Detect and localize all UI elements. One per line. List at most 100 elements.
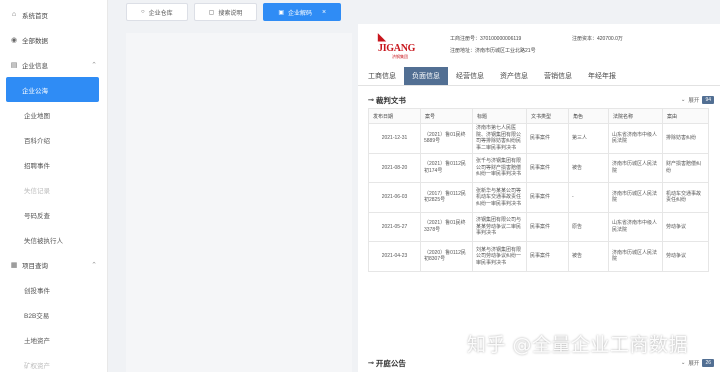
cell-date: 2021-12-31 [368, 123, 421, 154]
table-row[interactable]: 2021-05-27 （2021）鲁01民终3378号 济钢集团有限公司与某某劳… [368, 211, 709, 242]
cell-doc-type: 民事案件 [526, 123, 569, 154]
document-icon: ▣ [278, 9, 284, 16]
list-panel [126, 33, 352, 372]
table-row[interactable]: 2021-06-03 （2017）鲁0112民初2825号 张新华与某某公司等机… [368, 182, 709, 213]
sidebar-item-vc-events[interactable]: 创投事件 [0, 277, 107, 302]
close-icon[interactable]: × [322, 9, 326, 16]
company-decode-tab[interactable]: ▣ 企业解码 × [263, 3, 342, 21]
nav-group-company[interactable]: ▤ 企业信息 ⌃ [0, 52, 107, 77]
logo-word: JIGANG [378, 43, 416, 54]
chevron-down-icon: ⌄ [680, 360, 686, 366]
button-label: 搜索说明 [218, 10, 243, 17]
home-icon: ⌂ [11, 11, 17, 18]
cell-case-no: （2021）鲁01民终3378号 [420, 211, 473, 242]
column-header: 案由 [662, 108, 709, 124]
cell-role: 被告 [568, 152, 609, 183]
watermark-text: 知乎 @全量企业工商数据 [467, 334, 689, 356]
cell-date: 2021-05-27 [368, 211, 421, 242]
count-badge: 94 [702, 96, 714, 104]
cell-cause: 排除妨害纠纷 [662, 123, 709, 154]
expand-toggle[interactable]: ⌄ 展开 94 [681, 96, 714, 104]
sidebar-item-dishonest-record[interactable]: 失信记录 [0, 177, 107, 202]
cell-role: 原告 [568, 211, 609, 242]
sidebar-item-b2b[interactable]: B2B交易 [0, 302, 107, 327]
cell-case-no: （2017）鲁0112民初2825号 [420, 182, 473, 213]
nav-label: 项目查询 [22, 262, 48, 270]
registration-number: 工商注册号：370100000006119 [450, 36, 522, 42]
sidebar-item-mining[interactable]: 矿权资产 [0, 352, 107, 372]
cell-court: 山东省济南市中级人民法院 [608, 211, 663, 242]
tab-operation-info[interactable]: 经营信息 [448, 67, 492, 85]
button-label: 企业解码 [288, 10, 313, 17]
table-header-row: 发布日期 案号 标题 文书类型 角色 法院名称 案由 [368, 108, 709, 124]
sidebar-item-recruit[interactable]: 招聘事件 [0, 152, 107, 177]
cell-title[interactable]: 张新华与某某公司等机动车交通事故责任纠纷一审民事判决书 [472, 182, 527, 213]
table-row[interactable]: 2021-12-31 （2021）鲁01民终5889号 济南市第七人民医院、济钢… [368, 123, 709, 154]
column-header: 标题 [472, 108, 527, 124]
cell-doc-type: 民事案件 [526, 211, 569, 242]
divider [358, 85, 720, 86]
cell-cause: 劳动争议 [662, 211, 709, 242]
cell-title[interactable]: 张千与济钢集团有限公司等财产损害赔偿纠纷一审民事判决书 [472, 152, 527, 183]
judgment-section-header: ⊸ 裁判文书 ⌄ 展开 94 [368, 94, 714, 106]
chevron-up-icon: ⌃ [91, 261, 97, 269]
cell-date: 2021-08-20 [368, 152, 421, 183]
sidebar-item-encyclopedia[interactable]: 百科介绍 [0, 127, 107, 152]
section-title: 裁判文书 [375, 95, 406, 105]
expand-toggle[interactable]: ⌄ 展开 26 [681, 359, 714, 367]
cell-title[interactable]: 刘某与济钢集团有限公司劳动争议纠纷一审民事判决书 [472, 241, 527, 272]
sidebar-item-phone-lookup[interactable]: 号码反查 [0, 202, 107, 227]
table-row[interactable]: 2021-08-20 （2021）鲁0112民初174号 张千与济钢集团有限公司… [368, 152, 709, 183]
cell-title[interactable]: 济南市第七人民医院、济钢集团有限公司等排除妨害纠纷民事二审民事判决书 [472, 123, 527, 154]
cell-cause: 财产损害赔偿纠纷 [662, 152, 709, 183]
cell-role: - [568, 182, 609, 213]
cell-cause: 劳动争议 [662, 241, 709, 272]
court-notice-section-header: ⊸ 开庭公告 ⌄ 展开 26 [368, 357, 714, 369]
button-label: 企业仓库 [148, 10, 173, 17]
section-title: 开庭公告 [375, 358, 406, 368]
tab-marketing-info[interactable]: 营销信息 [536, 67, 580, 85]
company-logo: ◣ JIGANG 济钢集团 [376, 32, 426, 59]
judgment-table: 发布日期 案号 标题 文书类型 角色 法院名称 案由 2021-12-31 （2… [368, 108, 709, 272]
sidebar: ⌂ 系统首页 ◉ 全部数据 ▤ 企业信息 ⌃ 企业公海 企业地图 百科介绍 招聘… [0, 0, 108, 372]
project-icon: ▦ [10, 261, 18, 269]
link-icon: ⊸ [368, 360, 374, 367]
column-header: 发布日期 [368, 108, 421, 124]
cell-date: 2021-04-23 [368, 241, 421, 272]
company-warehouse-button[interactable]: ○ 企业仓库 [126, 3, 188, 21]
tab-business-info[interactable]: 工商信息 [360, 67, 404, 85]
cell-doc-type: 民事案件 [526, 182, 569, 213]
tab-negative-info[interactable]: 负面信息 [404, 67, 448, 85]
link-icon: ⊸ [368, 97, 374, 104]
document-icon: ▢ [208, 9, 215, 16]
sidebar-item-dishonest-debtor[interactable]: 失信被执行人 [0, 227, 107, 252]
nav-group-project[interactable]: ▦ 项目查询 ⌃ [0, 252, 107, 277]
column-header: 角色 [568, 108, 609, 124]
info-tabs: 工商信息 负面信息 经营信息 资产信息 营销信息 年经年报 [360, 67, 624, 85]
cell-doc-type: 民事案件 [526, 152, 569, 183]
registered-address: 注册地址：济南市历城区工业北路21号 [450, 48, 536, 54]
building-icon: ▤ [10, 61, 18, 69]
sidebar-item-company-map[interactable]: 企业地图 [0, 102, 107, 127]
toolbar: ○ 企业仓库 ▢ 搜索说明 ▣ 企业解码 × [126, 3, 342, 23]
cell-court: 济南市历城区人民法院 [608, 152, 663, 183]
cell-case-no: （2020）鲁0112民初8307号 [420, 241, 473, 272]
sidebar-item-company-pool[interactable]: 企业公海 [6, 77, 99, 102]
cell-court: 济南市历城区人民法院 [608, 241, 663, 272]
nav-label: 全部数据 [22, 37, 48, 45]
cell-role: 被告 [568, 241, 609, 272]
nav-label: 企业信息 [22, 62, 48, 70]
cell-title[interactable]: 济钢集团有限公司与某某劳动争议二审民事判决书 [472, 211, 527, 242]
nav-home[interactable]: ⌂ 系统首页 [0, 2, 107, 27]
nav-all-data[interactable]: ◉ 全部数据 [0, 27, 107, 52]
registered-capital: 注册资本：420700.0万 [572, 36, 623, 42]
table-row[interactable]: 2021-04-23 （2020）鲁0112民初8307号 刘某与济钢集团有限公… [368, 241, 709, 272]
search-help-button[interactable]: ▢ 搜索说明 [193, 3, 258, 21]
tab-annual-report[interactable]: 年经年报 [580, 67, 624, 85]
sidebar-item-land[interactable]: 土地资产 [0, 327, 107, 352]
cell-cause: 机动车交通事故责任纠纷 [662, 182, 709, 213]
count-badge: 26 [702, 359, 714, 367]
nav-label: 系统首页 [22, 12, 48, 20]
tab-asset-info[interactable]: 资产信息 [492, 67, 536, 85]
cell-doc-type: 民事案件 [526, 241, 569, 272]
